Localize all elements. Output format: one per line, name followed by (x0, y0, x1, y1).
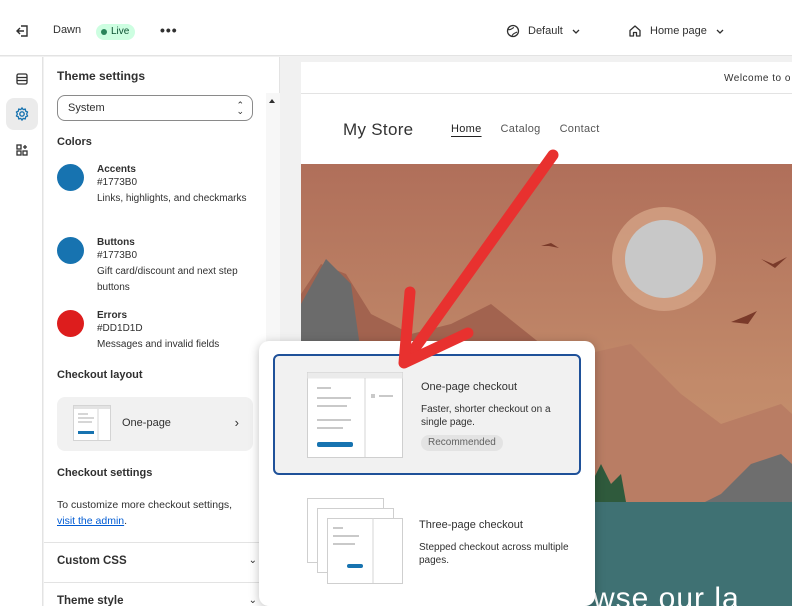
gear-icon (15, 107, 29, 121)
custom-css-section[interactable]: Custom CSS ⌄ (57, 555, 257, 567)
store-nav: Home Catalog Contact (451, 123, 600, 135)
one-page-thumbnail-icon (73, 405, 111, 441)
theme-style-label: Theme style (57, 595, 124, 606)
theme-settings-button[interactable] (6, 98, 38, 130)
checkout-settings-text: To customize more checkout settings, vis… (57, 497, 267, 529)
nav-catalog[interactable]: Catalog (501, 123, 541, 135)
button-color-swatch[interactable] (57, 237, 84, 264)
checkout-settings-heading: Checkout settings (57, 467, 153, 479)
page-select-label: Home page (650, 25, 707, 37)
option-title: One-page checkout (421, 381, 518, 393)
color-name: Buttons (97, 237, 135, 248)
nav-home[interactable]: Home (451, 123, 482, 135)
live-status-badge: Live (96, 24, 136, 40)
option-description: Faster, shorter checkout on a single pag… (421, 404, 551, 428)
divider (44, 542, 266, 543)
option-title: Three-page checkout (419, 519, 523, 531)
theme-style-section[interactable]: Theme style ⌄ (57, 595, 257, 606)
one-page-checkout-illustration (307, 372, 403, 458)
theme-settings-panel: Theme settings System ⌃ ⌄ Colors Accents … (44, 57, 280, 606)
accent-color-swatch[interactable] (57, 164, 84, 191)
nav-contact[interactable]: Contact (560, 123, 600, 135)
chevron-down-icon (716, 29, 724, 34)
color-hex: #1773B0 (97, 250, 138, 261)
theme-name: Dawn (53, 24, 82, 36)
app-embeds-button[interactable] (6, 134, 38, 166)
announcement-text: Welcome to o (724, 73, 791, 84)
recommended-badge: Recommended (421, 435, 503, 451)
color-name: Errors (97, 310, 128, 321)
announcement-bar: Welcome to o (301, 62, 792, 94)
color-hex: #1773B0 (97, 177, 138, 188)
exit-icon[interactable] (14, 22, 32, 40)
status-dot-icon (101, 29, 107, 35)
error-color-swatch[interactable] (57, 310, 84, 337)
color-name: Accents (97, 164, 136, 175)
panel-title: Theme settings (57, 69, 146, 83)
chevron-down-icon: ⌄ (248, 595, 257, 606)
checkout-layout-popover: One-page checkout Faster, shorter checko… (259, 341, 595, 606)
color-description: Links, highlights, and checkmarks (97, 193, 247, 204)
scroll-up-icon[interactable] (269, 99, 275, 103)
custom-css-label: Custom CSS (57, 555, 127, 567)
apps-icon (16, 144, 28, 156)
globe-icon (506, 24, 520, 38)
checkout-layout-heading: Checkout layout (57, 369, 143, 381)
color-scheme-select[interactable]: System ⌃ ⌄ (57, 95, 253, 121)
page-select[interactable]: Home page (628, 24, 725, 38)
top-bar: Dawn Live ••• Default Home page (0, 0, 792, 56)
sections-button[interactable] (6, 63, 38, 95)
color-description: Messages and invalid fields (97, 339, 220, 350)
color-scheme-value: System (68, 102, 105, 114)
hero-heading: wse our la (593, 582, 740, 606)
sidebar-rail (0, 57, 43, 606)
visit-admin-link[interactable]: visit the admin (57, 515, 124, 527)
checkout-settings-description: To customize more checkout settings, (57, 499, 233, 511)
one-page-checkout-option[interactable]: One-page checkout Faster, shorter checko… (273, 354, 581, 475)
colors-heading: Colors (57, 136, 92, 148)
divider (44, 582, 266, 583)
sections-icon (16, 73, 28, 85)
three-page-checkout-illustration (307, 498, 403, 584)
badge-label: Live (111, 26, 130, 37)
store-logo[interactable]: My Store (343, 120, 413, 140)
checkout-layout-value: One-page (122, 417, 171, 429)
chevron-down-icon (572, 29, 580, 34)
three-page-checkout-option[interactable]: Three-page checkout Stepped checkout acr… (273, 482, 581, 603)
chevron-up-down-icon: ⌃ ⌄ (236, 100, 244, 116)
color-description: Gift card/discount and next step buttons (97, 266, 238, 293)
home-icon (629, 25, 641, 37)
more-actions-button[interactable]: ••• (160, 23, 178, 37)
chevron-down-icon: ⌄ (248, 555, 257, 566)
template-select-label: Default (528, 25, 563, 37)
template-select[interactable]: Default (506, 24, 581, 38)
chevron-right-icon: › (234, 415, 239, 430)
checkout-layout-picker[interactable]: One-page › (57, 397, 253, 451)
trailing-period: . (124, 515, 128, 527)
option-description: Stepped checkout across multiple pages. (419, 542, 569, 566)
color-hex: #DD1D1D (97, 323, 143, 334)
